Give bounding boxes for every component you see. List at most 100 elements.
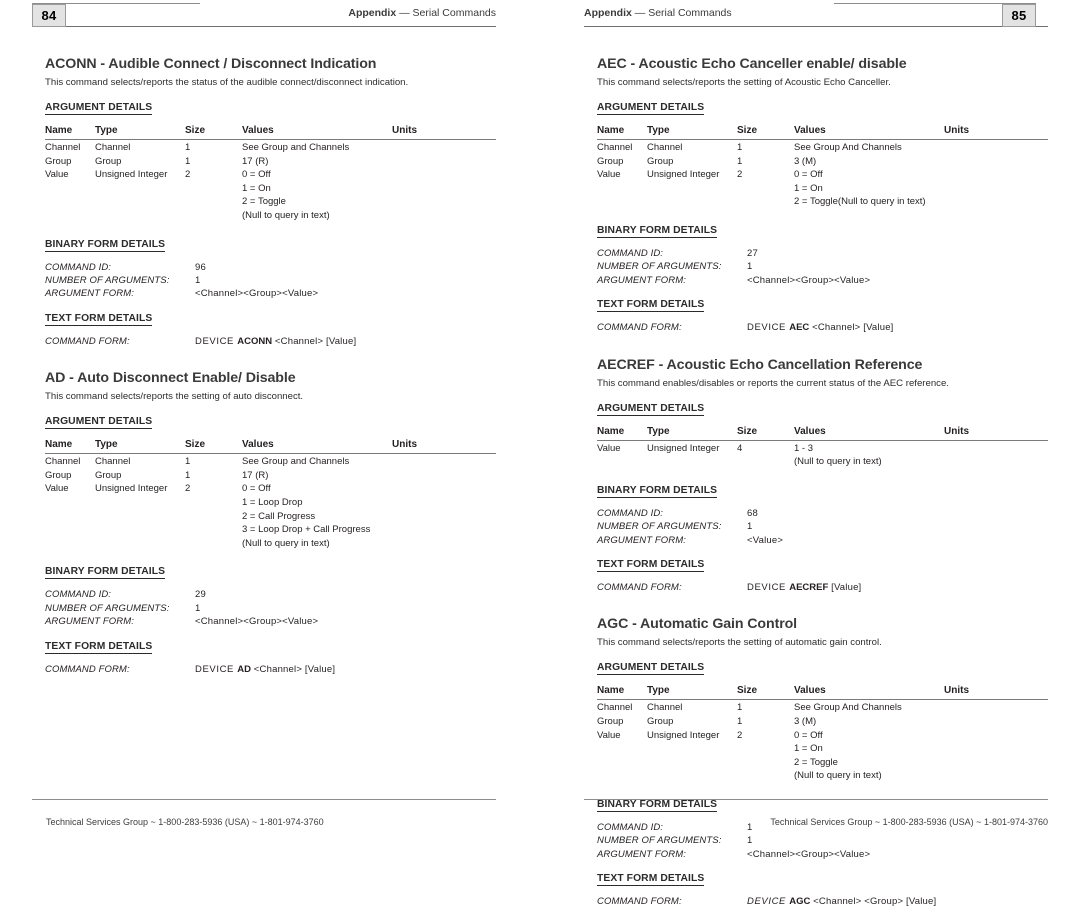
cell-values-continued: 1 = On bbox=[794, 182, 823, 194]
binary-form-details-heading: BINARY FORM DETAILS bbox=[597, 224, 718, 238]
cell-values-continued: 2 = Toggle bbox=[242, 196, 286, 208]
text-form-heading-wrap: TEXT FORM DETAILS bbox=[584, 554, 1048, 577]
cell-values: See Group and Channels bbox=[242, 456, 350, 468]
label-number-of-arguments: NUMBER OF ARGUMENTS: bbox=[597, 261, 722, 273]
form-row-argument-form: ARGUMENT FORM: <Value> bbox=[597, 534, 1048, 547]
cell-size: 1 bbox=[185, 142, 191, 153]
cell-name: Channel bbox=[597, 142, 633, 153]
cell-units bbox=[944, 141, 1034, 155]
cell-units bbox=[392, 455, 487, 469]
value-command-form: DEVICE AD <Channel> [Value] bbox=[195, 663, 335, 676]
table-row: Group Group 1 17 (R) bbox=[45, 469, 496, 483]
footer-rule bbox=[584, 799, 1048, 800]
table-row: Channel Channel 1 See Group And Channels bbox=[597, 141, 1048, 155]
cell-name: Value bbox=[45, 483, 69, 495]
label-command-form: COMMAND FORM: bbox=[45, 335, 130, 347]
device-keyword: DEVICE bbox=[747, 582, 790, 593]
value-text: 1 bbox=[747, 521, 753, 533]
cell-units bbox=[944, 442, 1034, 456]
table-row-continuation: 1 = On bbox=[45, 182, 496, 196]
column-header-size: Size bbox=[737, 125, 758, 136]
form-row-command-id: COMMAND ID: 68 bbox=[597, 507, 1048, 520]
cell-values: 0 = Off bbox=[794, 729, 823, 741]
argument-details-heading-wrap: ARGUMENT DETAILS bbox=[584, 398, 1048, 421]
text-form-details-heading: TEXT FORM DETAILS bbox=[597, 559, 705, 572]
footer-text: Technical Services Group ~ 1-800-283-593… bbox=[46, 817, 324, 827]
value-text: 1 bbox=[747, 835, 753, 847]
value-command-id: 68 bbox=[747, 507, 758, 520]
manual-page-spread: 84 Appendix — Serial Commands ACONN - Audi… bbox=[0, 0, 1080, 907]
value-text: 29 bbox=[195, 589, 206, 601]
running-head: 84 Appendix — Serial Commands bbox=[32, 0, 496, 34]
argument-table: Name Type Size Values Units Channel Channel 1 Se… bbox=[45, 438, 496, 550]
value-argument-form: <Value> bbox=[747, 534, 783, 547]
label-command-form: COMMAND FORM: bbox=[597, 896, 682, 908]
cell-name: Channel bbox=[597, 702, 633, 714]
running-head-label: Appendix — Serial Commands bbox=[584, 7, 732, 19]
cell-size: 1 bbox=[185, 155, 191, 167]
page-content: ACONN - Audible Connect / Disconnect Ind… bbox=[32, 34, 496, 676]
argument-details-heading: ARGUMENT DETAILS bbox=[45, 102, 153, 115]
value-text: 1 bbox=[195, 274, 201, 286]
command-arguments: <Channel> [Value] bbox=[809, 322, 894, 334]
cell-type: Unsigned Integer bbox=[95, 483, 168, 495]
argument-details-heading: ARGUMENT DETAILS bbox=[597, 402, 705, 416]
binary-form-block: COMMAND ID: 68 NUMBER OF ARGUMENTS: 1 ARGUME… bbox=[597, 507, 1048, 547]
binary-form-block: COMMAND ID: 1 NUMBER OF ARGUMENTS: 1 ARGUMEN… bbox=[597, 821, 1048, 861]
binary-form-heading-wrap: BINARY FORM DETAILS bbox=[584, 480, 1048, 503]
cell-units bbox=[392, 168, 487, 182]
running-head-prefix: Appendix bbox=[348, 7, 397, 19]
label-number-of-arguments: NUMBER OF ARGUMENTS: bbox=[45, 602, 170, 614]
cell-units bbox=[392, 482, 487, 496]
cell-spacer bbox=[45, 496, 242, 510]
column-header-values: Values bbox=[794, 685, 826, 697]
value-command-id: 29 bbox=[195, 588, 206, 601]
command-keyword: AEC bbox=[789, 322, 810, 334]
form-row-command-form: COMMAND FORM: DEVICE AGC <Channel> <Group… bbox=[597, 895, 1048, 908]
value-command-form: DEVICE ACONN <Channel> [Value] bbox=[195, 335, 356, 348]
label-number-of-arguments: NUMBER OF ARGUMENTS: bbox=[45, 274, 170, 286]
cell-values: See Group And Channels bbox=[794, 142, 902, 153]
form-row-argument-form: ARGUMENT FORM: <Channel><Group><Value> bbox=[597, 274, 1048, 287]
cell-spacer bbox=[597, 182, 794, 196]
table-row: Group Group 1 17 (R) bbox=[45, 155, 496, 169]
column-header-units: Units bbox=[392, 439, 417, 451]
cell-values-continued: (Null to query in text) bbox=[794, 456, 882, 468]
cell-size: 1 bbox=[737, 702, 743, 714]
text-form-block: COMMAND FORM: DEVICE AEC <Channel> [Value… bbox=[597, 321, 1048, 334]
table-row: Value Unsigned Integer 2 0 = Off bbox=[45, 482, 496, 496]
footer-text: Technical Services Group ~ 1-800-283-593… bbox=[770, 817, 1048, 827]
command-arguments: [Value] bbox=[828, 582, 862, 593]
cell-spacer bbox=[45, 510, 242, 524]
column-header-units: Units bbox=[392, 125, 417, 136]
value-number-of-arguments: 1 bbox=[747, 260, 752, 273]
column-header-values: Values bbox=[242, 125, 274, 136]
value-number-of-arguments: 1 bbox=[747, 834, 752, 847]
text-form-block: COMMAND FORM: DEVICE AD <Channel> [Value] bbox=[45, 663, 496, 676]
label-number-of-arguments: NUMBER OF ARGUMENTS: bbox=[597, 835, 722, 847]
form-row-number-of-arguments: NUMBER OF ARGUMENTS: 1 bbox=[45, 274, 496, 287]
label-command-id: COMMAND ID: bbox=[597, 507, 664, 519]
cell-type: Group bbox=[647, 716, 674, 727]
cell-type: Channel bbox=[647, 142, 683, 153]
block-gap bbox=[584, 861, 1048, 868]
cell-size: 1 bbox=[185, 456, 191, 468]
block-gap bbox=[584, 547, 1048, 554]
cell-units bbox=[944, 729, 1034, 743]
column-header-size: Size bbox=[737, 685, 758, 697]
text-form-heading-wrap: TEXT FORM DETAILS bbox=[584, 294, 1048, 317]
column-header-type: Type bbox=[647, 125, 670, 136]
text-form-block: COMMAND FORM: DEVICE ACONN <Channel> [Val… bbox=[45, 335, 496, 348]
cell-values-continued: (Null to query in text) bbox=[242, 209, 330, 221]
column-header-units: Units bbox=[944, 685, 969, 697]
value-text: <Channel><Group><Value> bbox=[747, 274, 871, 286]
argument-details-heading: ARGUMENT DETAILS bbox=[45, 416, 153, 430]
table-row-continuation: (Null to query in text) bbox=[597, 769, 1048, 783]
cell-spacer bbox=[597, 195, 794, 209]
text-form-details-heading: TEXT FORM DETAILS bbox=[45, 640, 153, 654]
column-header-name: Name bbox=[597, 125, 625, 136]
table-row: Value Unsigned Integer 2 0 = Off bbox=[597, 168, 1048, 182]
text-form-details-heading: TEXT FORM DETAILS bbox=[597, 873, 705, 887]
